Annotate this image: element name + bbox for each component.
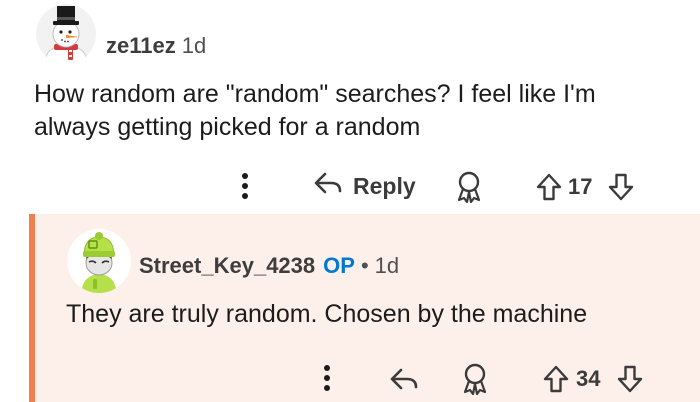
comment: ze11ez 1d How random are "random" search… — [0, 0, 700, 214]
upvote-icon[interactable] — [534, 170, 564, 204]
user-avatar[interactable] — [36, 4, 96, 64]
comment-age: 1d — [181, 33, 207, 58]
reply-arrow-icon[interactable] — [387, 362, 421, 396]
reply-body: They are truly random. Chosen by the mac… — [66, 300, 588, 328]
author-name[interactable]: Street_Key_4238 — [139, 253, 315, 279]
comment-actions: Reply 17 — [0, 166, 700, 206]
snowman-avatar-icon — [36, 4, 96, 64]
comment-body: How random are "random" searches? I feel… — [34, 80, 596, 141]
comment-age: 1d — [374, 253, 400, 278]
upvote-icon[interactable] — [541, 362, 571, 396]
reply-button[interactable]: Reply — [313, 168, 416, 204]
reply-actions: 34 — [35, 358, 700, 398]
reply-label: Reply — [353, 172, 416, 199]
downvote-icon[interactable] — [606, 170, 636, 204]
author-name[interactable]: ze11ez — [106, 33, 176, 59]
award-icon[interactable] — [458, 362, 492, 396]
more-options-icon[interactable] — [317, 360, 337, 396]
more-options-icon[interactable] — [235, 168, 255, 204]
reply-comment: Street_Key_4238 OP • 1d They are truly r… — [29, 214, 700, 402]
vote-score: 34 — [576, 366, 601, 391]
downvote-icon[interactable] — [615, 362, 645, 396]
reply-meta: Street_Key_4238 OP • 1d — [139, 253, 399, 279]
reply-arrow-icon — [313, 171, 343, 201]
award-icon[interactable] — [452, 170, 486, 204]
meta-separator: • — [360, 253, 369, 278]
green-hat-avatar-icon — [67, 229, 131, 293]
user-avatar[interactable] — [67, 229, 131, 293]
op-badge: OP — [323, 253, 355, 278]
vote-score: 17 — [568, 174, 593, 199]
comment-thread: ze11ez 1d How random are "random" search… — [0, 0, 700, 402]
comment-meta: ze11ez 1d — [106, 33, 206, 59]
